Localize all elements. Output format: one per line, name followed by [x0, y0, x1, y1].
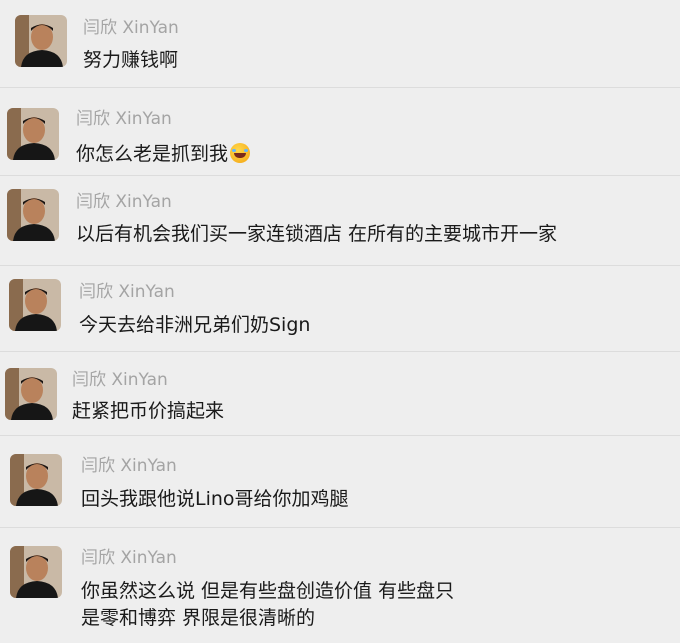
chat-message-list: 闫欣 XinYan 努力赚钱啊 闫欣 XinYan 你怎么老是抓到我 闫欣 Xi… [0, 0, 680, 643]
avatar[interactable] [7, 108, 59, 160]
chat-message: 闫欣 XinYan 以后有机会我们买一家连锁酒店 在所有的主要城市开一家 [0, 176, 680, 266]
avatar[interactable] [9, 279, 61, 331]
chat-message: 闫欣 XinYan 赶紧把币价搞起来 [0, 352, 680, 436]
message-text: 赶紧把币价搞起来 [72, 400, 225, 422]
message-text: 回头我跟他说Lino哥给你加鸡腿 [81, 488, 349, 510]
avatar[interactable] [7, 189, 59, 241]
sender-name: 闫欣 XinYan [81, 548, 177, 568]
rolling-on-floor-laughing-emoji-icon [230, 143, 251, 163]
avatar[interactable] [10, 454, 62, 506]
message-text-line-1: 你虽然这么说 但是有些盘创造价值 有些盘只 [81, 580, 455, 602]
chat-message: 闫欣 XinYan 回头我跟他说Lino哥给你加鸡腿 [0, 436, 680, 528]
message-text-line-2: 是零和博弈 界限是很清晰的 [81, 607, 316, 629]
sender-name: 闫欣 XinYan [81, 456, 177, 476]
sender-name: 闫欣 XinYan [83, 18, 179, 38]
sender-name: 闫欣 XinYan [76, 109, 172, 129]
avatar[interactable] [5, 368, 57, 420]
chat-message: 闫欣 XinYan 努力赚钱啊 [0, 0, 680, 88]
message-text: 以后有机会我们买一家连锁酒店 在所有的主要城市开一家 [76, 223, 558, 245]
avatar[interactable] [15, 15, 67, 67]
message-text: 你怎么老是抓到我 [76, 140, 251, 169]
chat-message: 闫欣 XinYan 你怎么老是抓到我 [0, 88, 680, 176]
chat-message: 闫欣 XinYan 你虽然这么说 但是有些盘创造价值 有些盘只 是零和博弈 界限… [0, 528, 680, 643]
sender-name: 闫欣 XinYan [76, 192, 172, 212]
message-text-content: 你怎么老是抓到我 [76, 143, 229, 165]
avatar[interactable] [10, 546, 62, 598]
sender-name: 闫欣 XinYan [79, 282, 175, 302]
message-text: 努力赚钱啊 [83, 49, 179, 71]
chat-message: 闫欣 XinYan 今天去给非洲兄弟们奶Sign [0, 266, 680, 352]
message-text: 今天去给非洲兄弟们奶Sign [79, 314, 311, 336]
sender-name: 闫欣 XinYan [72, 370, 168, 390]
